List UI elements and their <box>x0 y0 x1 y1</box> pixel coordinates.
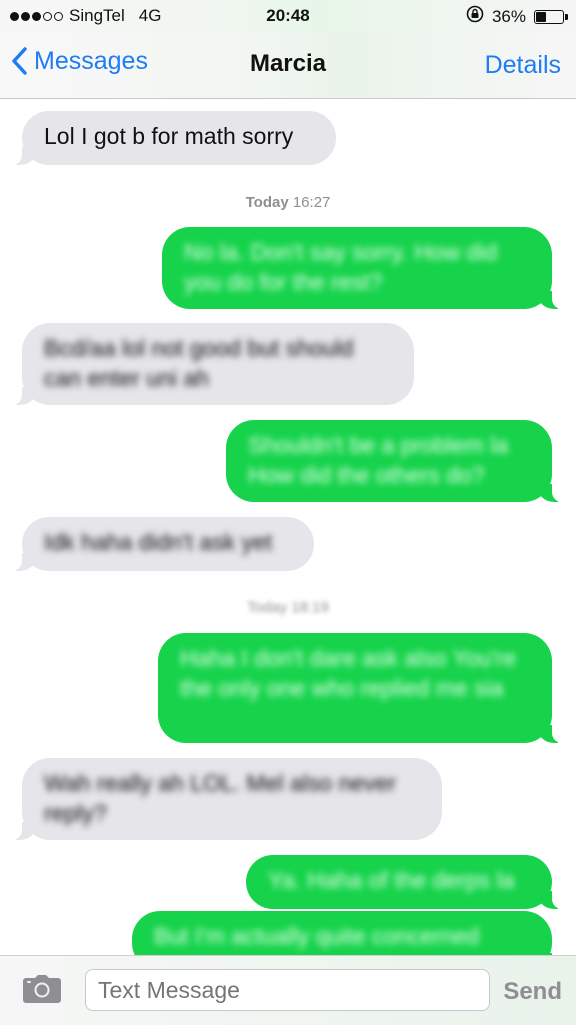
timestamp-day: Today <box>245 194 289 211</box>
orientation-lock-icon <box>466 5 484 28</box>
battery-percent: 36% <box>491 6 526 26</box>
message-text: Haha I don't dare ask also You're the on… <box>180 645 517 701</box>
timestamp-day: Today <box>247 599 288 616</box>
status-bar: SingTel 4G 20:48 36% <box>0 0 576 32</box>
message-text: Lol I got b for math sorry <box>44 123 294 149</box>
message-bubble-incoming[interactable]: Wah really ah LOL. Mel also never reply? <box>10 758 442 840</box>
message-text: But I'm actually quite concerned <box>154 923 480 949</box>
battery-icon <box>534 9 568 24</box>
message-bubble-outgoing[interactable]: But I'm actually quite concerned <box>132 911 564 955</box>
message-text: No la. Don't say sorry. How did you do f… <box>184 239 498 295</box>
timestamp: Today 18:19 <box>0 599 576 616</box>
message-text: Wah really ah LOL. Mel also never reply? <box>44 770 396 826</box>
message-bubble-outgoing[interactable]: Haha I don't dare ask also You're the on… <box>158 633 564 743</box>
message-bubble-outgoing[interactable]: No la. Don't say sorry. How did you do f… <box>162 227 564 309</box>
battery-level-fill <box>536 11 547 22</box>
compose-bar: Send <box>0 955 576 1025</box>
message-text: Ya. Haha of the derps la <box>268 867 515 893</box>
send-button[interactable]: Send <box>503 978 562 1006</box>
message-bubble-outgoing[interactable]: Shouldn't be a problem la How did the ot… <box>226 420 564 502</box>
message-text: Idk haha didn't ask yet <box>44 529 273 555</box>
message-text: Bcd/aa lol not good but should can enter… <box>44 335 354 391</box>
timestamp: Today 16:27 <box>0 194 576 211</box>
details-button[interactable]: Details <box>485 51 561 80</box>
message-bubble-incoming[interactable]: Lol I got b for math sorry <box>10 111 336 165</box>
nav-bar: Messages Marcia Details <box>0 32 576 99</box>
message-text: Shouldn't be a problem la How did the ot… <box>248 432 509 488</box>
timestamp-time: 18:19 <box>291 599 329 616</box>
message-bubble-outgoing[interactable]: Ya. Haha of the derps la <box>246 855 564 909</box>
message-input[interactable] <box>85 969 490 1011</box>
message-thread[interactable]: Lol I got b for math sorry Today 16:27 N… <box>0 99 576 955</box>
camera-icon[interactable] <box>22 974 62 1009</box>
message-bubble-incoming[interactable]: Bcd/aa lol not good but should can enter… <box>10 323 414 405</box>
message-bubble-incoming[interactable]: Idk haha didn't ask yet <box>10 517 314 571</box>
timestamp-time: 16:27 <box>292 194 331 211</box>
status-right: 36% <box>466 5 568 28</box>
